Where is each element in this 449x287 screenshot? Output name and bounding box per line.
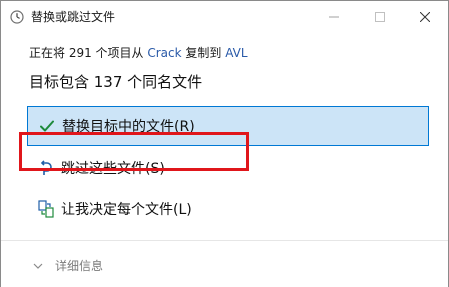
close-button[interactable] [402, 1, 448, 31]
minimize-icon [329, 7, 339, 26]
maximize-icon [375, 7, 385, 26]
more-details-label: 详细信息 [55, 259, 104, 273]
skip-files-label: 跳过这些文件(S) [61, 161, 165, 177]
skip-arrow-icon [36, 158, 56, 178]
decide-files-icon [36, 199, 56, 219]
title-bar[interactable]: 替换或跳过文件 [1, 1, 448, 31]
clock-icon [10, 9, 24, 24]
decide-each-file-option[interactable]: 让我决定每个文件(L) [27, 189, 429, 229]
chevron-down-icon [33, 261, 43, 271]
dialog-content: 正在将 291 个项目从 Crack 复制到 AVL 目标包含 137 个同名文… [1, 31, 448, 239]
summary-middle: 复制到 [181, 46, 226, 60]
source-folder-link[interactable]: Crack [147, 46, 181, 60]
maximize-button[interactable] [357, 1, 403, 31]
more-details-toggle[interactable]: 详细信息 [33, 257, 103, 274]
close-icon [419, 7, 431, 26]
dialog-footer: 详细信息 [1, 240, 448, 287]
conflict-heading: 目标包含 137 个同名文件 [29, 73, 203, 91]
replace-or-skip-dialog: 替换或跳过文件 正在将 291 个项目从 Crack 复制到 AVL 目标包含 … [0, 0, 449, 287]
copy-summary: 正在将 291 个项目从 Crack 复制到 AVL [29, 44, 248, 61]
replace-files-option[interactable]: 替换目标中的文件(R) [27, 106, 429, 146]
minimize-button[interactable] [311, 1, 357, 31]
replace-files-label: 替换目标中的文件(R) [62, 119, 195, 135]
checkmark-icon [37, 116, 57, 136]
skip-files-option[interactable]: 跳过这些文件(S) [27, 148, 429, 188]
destination-folder-link[interactable]: AVL [225, 46, 247, 60]
summary-prefix: 正在将 291 个项目从 [29, 46, 148, 60]
decide-each-file-label: 让我决定每个文件(L) [61, 202, 192, 218]
window-title: 替换或跳过文件 [31, 10, 116, 24]
